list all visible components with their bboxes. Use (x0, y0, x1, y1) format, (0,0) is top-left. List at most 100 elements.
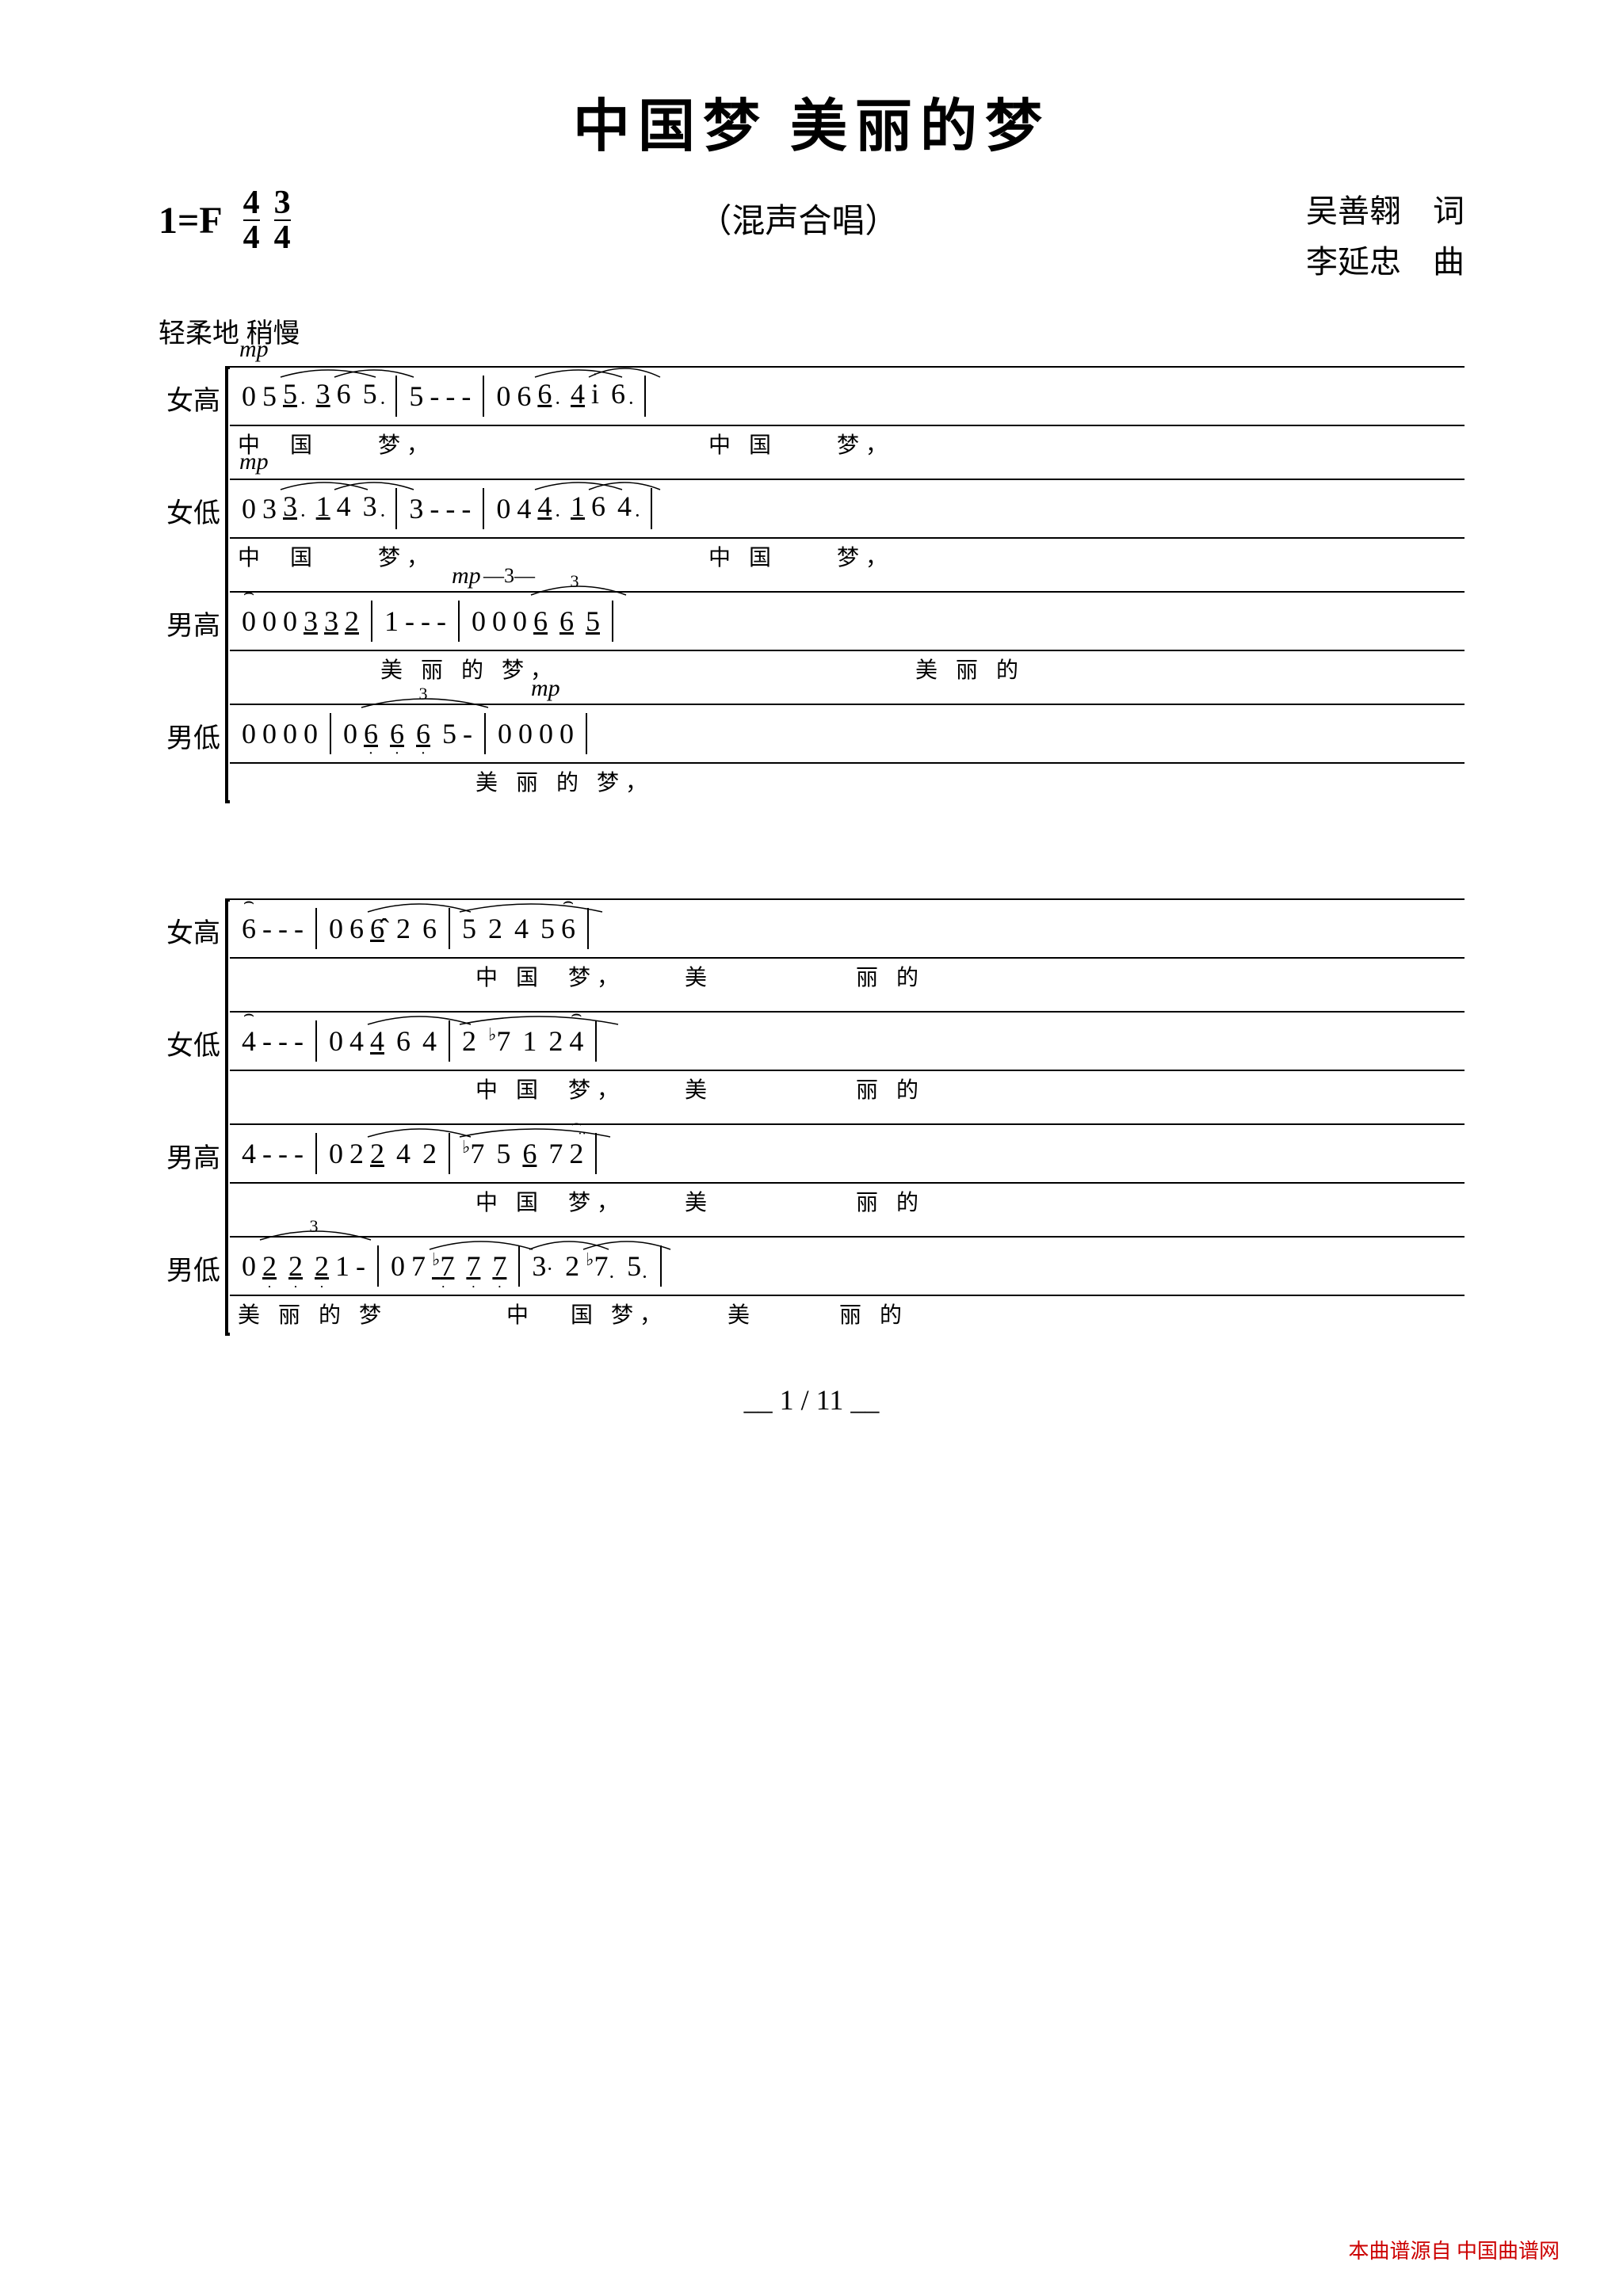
svg-text:3: 3 (419, 684, 428, 704)
dynamics-mp-alto: mp (239, 448, 269, 475)
bar-line (458, 601, 460, 642)
note: 1 (335, 1249, 349, 1283)
bar-line (315, 1020, 317, 1062)
note: 3 (409, 492, 423, 525)
alto-label: 女低 (158, 479, 230, 530)
page: 中国梦 美丽的梦 1=F 44 34 （混声合唱） 吴善翱 词 李延忠 (95, 48, 1528, 1448)
svg-text:3: 3 (571, 571, 579, 591)
note: 6̂ (370, 912, 384, 945)
alto-lyrics: 中 国 梦， 中 国 梦， (230, 539, 1465, 578)
soprano-label: 女高 (158, 366, 230, 418)
note: 7 (548, 1137, 563, 1170)
note: 3 (363, 490, 377, 523)
note: 5 (496, 1137, 510, 1170)
note: 2· (315, 1249, 329, 1283)
voice-bass-row2: 男低 0 3 2· 2· 2· (158, 1236, 1465, 1336)
note: 2· (262, 1249, 277, 1283)
note: 0 (283, 717, 297, 750)
triplet-tenor: —3— (483, 564, 535, 588)
note: 0⌢ (242, 605, 256, 638)
dynamics-mp-tenor: mp (452, 563, 481, 589)
note: 2 (548, 1024, 563, 1058)
note: 4 (337, 490, 351, 523)
note: 4 (514, 912, 529, 945)
note: 6· (364, 717, 378, 750)
bar-line (330, 713, 331, 754)
tenor-lyrics: 美 丽 的 梦， 美 丽 的 (230, 651, 1465, 691)
note: 4 (617, 490, 632, 523)
note: 6 (422, 912, 437, 945)
note: - (437, 605, 446, 638)
note: 2 (396, 912, 411, 945)
note: 6 (611, 377, 625, 410)
composer-label: 曲 (1433, 244, 1465, 280)
note: 0 (242, 492, 256, 525)
note: - (262, 1137, 272, 1170)
note: 6· (416, 717, 430, 750)
note: 2 (462, 1024, 476, 1058)
note: ♭7· (586, 1249, 615, 1283)
note: - (463, 717, 472, 750)
note: 4 (242, 1137, 256, 1170)
dynamics-mp-bass: mp (531, 675, 560, 702)
note: 0 (496, 379, 510, 413)
note: 4 (422, 1024, 437, 1058)
alto-lyrics2: 中 国 梦， 美 丽 的 (230, 1071, 1465, 1111)
soprano-label2: 女高 (158, 898, 230, 950)
note: 4 (349, 1024, 364, 1058)
voice-soprano-row2: 女高 6⌢ - - - 0 6 (158, 898, 1465, 998)
note: 4⌢ (242, 1024, 256, 1058)
tenor-label: 男高 (158, 591, 230, 643)
footer-text: 本曲谱源自 (1348, 2240, 1451, 2263)
subtitle: （混声合唱） (291, 186, 1306, 242)
note: 2· (288, 1249, 303, 1283)
alto-stave2: 4⌢ - - - 0 4 4 6 (230, 1011, 1465, 1071)
note: 4 (396, 1137, 411, 1170)
bar-line (395, 488, 397, 529)
note: 0 (343, 717, 357, 750)
note: 0 (518, 717, 533, 750)
note: - (294, 1137, 304, 1170)
alto-label2: 女低 (158, 1011, 230, 1062)
note: 5· (627, 1249, 648, 1283)
voice-alto-row: 女低 mp 0 3 3· 1 (158, 479, 1465, 578)
soprano-lyrics: 中 国 梦， 中 国 梦， (230, 426, 1465, 466)
note: 0 (513, 605, 527, 638)
note: - (445, 379, 455, 413)
note: 7· (492, 1249, 506, 1283)
note: 4 (571, 377, 585, 410)
note: - (430, 492, 439, 525)
note: 5 (586, 605, 600, 638)
alto-stave: 0 3 3· 1 4 (230, 479, 1465, 539)
note: 3 (324, 605, 338, 638)
tempo-mark: 轻柔地 稍慢 (158, 311, 1465, 350)
bar-line (586, 713, 587, 754)
bar-line (651, 488, 652, 529)
note: ♭7· (432, 1249, 454, 1283)
note: ♭7 (462, 1137, 484, 1170)
voice-bass-row: 男低 mp 0 0 0 0 0 (158, 704, 1465, 803)
note: 4 (370, 1024, 384, 1058)
header-row: 1=F 44 34 （混声合唱） 吴善翱 词 李延忠 曲 (158, 186, 1465, 288)
bass-lyrics2: 美 丽 的 梦 中 国 梦， 美 丽 的 (230, 1296, 1465, 1336)
bass-stave: mp 0 0 0 0 0 3 (230, 704, 1465, 764)
note: - (294, 912, 304, 945)
note: 6· (390, 717, 404, 750)
system-1: 女高 mp 0 5 (158, 366, 1465, 803)
bass-stave2: 0 3 2· 2· 2· 1 - (230, 1236, 1465, 1296)
note: - (356, 1249, 365, 1283)
bass-label2: 男低 (158, 1236, 230, 1287)
note: 0 (329, 1137, 343, 1170)
note: 5 (540, 912, 555, 945)
note: 6⌢ (561, 912, 575, 945)
note: - (262, 1024, 272, 1058)
soprano-stave2: 6⌢ - - - 0 6 6̂ 2 (230, 898, 1465, 959)
note: 6 (396, 1024, 411, 1058)
note: 5 (363, 377, 377, 410)
note: 0 (283, 605, 297, 638)
page-number: __ 1 / 11 __ (158, 1383, 1465, 1417)
time-sig-2: 34 (274, 186, 291, 254)
note: 2 (488, 912, 502, 945)
bar-line (484, 713, 486, 754)
note: - (430, 379, 439, 413)
